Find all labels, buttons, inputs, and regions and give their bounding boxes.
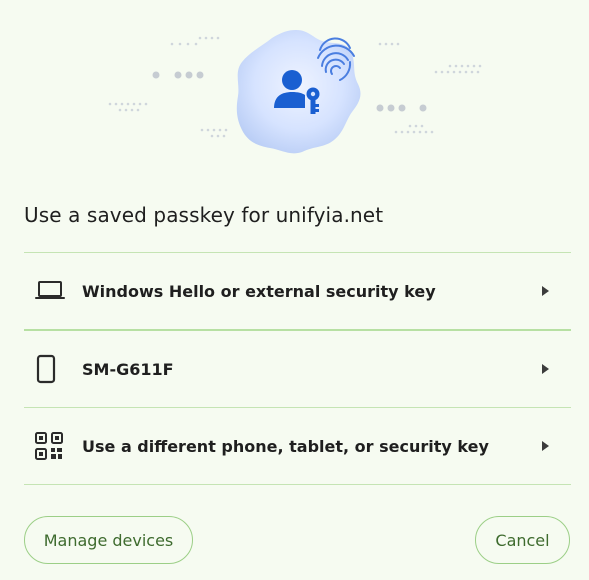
option-different-device[interactable]: Use a different phone, tablet, or securi… <box>24 407 571 485</box>
decorative-dots-left <box>108 36 228 138</box>
passkey-options-list: Windows Hello or external security key S… <box>24 252 571 485</box>
badge-shape <box>236 30 361 154</box>
option-phone-sm-g611f[interactable]: SM-G611F <box>24 331 571 407</box>
cancel-button[interactable]: Cancel <box>475 516 570 564</box>
chevron-right-icon <box>542 441 549 451</box>
chevron-right-icon <box>542 364 549 374</box>
manage-devices-button[interactable]: Manage devices <box>24 516 193 564</box>
option-label: Windows Hello or external security key <box>82 281 436 301</box>
phone-icon <box>24 354 76 384</box>
dialog-title: Use a saved passkey for unifyia.net <box>24 203 384 227</box>
passkey-illustration <box>108 30 482 154</box>
decorative-dots-right <box>378 42 482 134</box>
option-windows-hello[interactable]: Windows Hello or external security key <box>24 252 571 331</box>
option-label: Use a different phone, tablet, or securi… <box>82 436 489 456</box>
laptop-icon <box>24 279 76 303</box>
qr-code-icon <box>24 431 76 461</box>
option-label: SM-G611F <box>82 359 174 379</box>
chevron-right-icon <box>542 286 549 296</box>
